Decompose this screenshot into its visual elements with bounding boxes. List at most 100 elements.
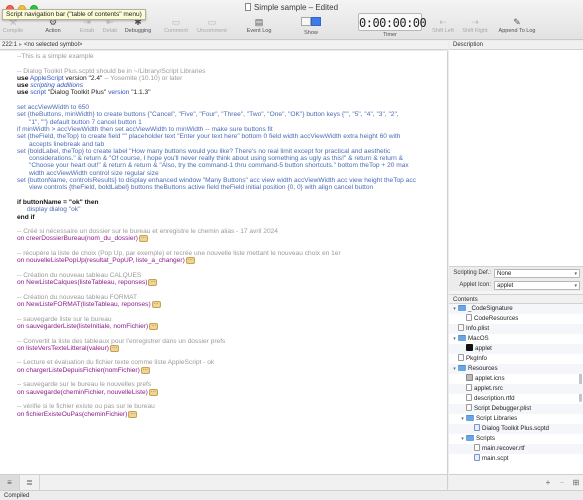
- result-tabs: ≡ ≣: [0, 475, 40, 490]
- event-log-label: Event Log: [246, 28, 272, 34]
- scripting-def-row: Scripting Def.: None ▾: [449, 267, 583, 279]
- debugging-label: Debugging: [124, 28, 152, 34]
- code-token: version "2.4": [65, 74, 103, 82]
- disclosure-triangle-icon[interactable]: ▾: [451, 304, 458, 314]
- scripting-def-label: Scripting Def.:: [453, 270, 491, 276]
- compile-status: Compiled: [4, 493, 30, 499]
- handler-line[interactable]: on chargerListeDepuisFichier(nomFichier)…: [17, 366, 430, 374]
- shift-left-button[interactable]: ⇠ Shift Left: [430, 16, 456, 38]
- tree-item[interactable]: ▾ MacOS: [449, 334, 583, 344]
- tree-item-label: Info.plist: [466, 325, 490, 332]
- action-label: Action: [45, 28, 61, 34]
- show-left-pane-segment[interactable]: [301, 17, 311, 26]
- comment-icon: ▭: [171, 17, 181, 27]
- folder-icon: [466, 415, 474, 421]
- contents-options-button[interactable]: ⊞: [569, 478, 583, 488]
- code-line: if minWidth > accViewWidth then set accV…: [17, 125, 273, 133]
- disclosure-triangle-icon[interactable]: ▾: [451, 334, 458, 344]
- event-log-tab[interactable]: ≣: [20, 475, 40, 490]
- code-comment: -- Création du nouveau tableau CALQUES: [17, 271, 142, 279]
- tree-item[interactable]: applet.icns: [449, 374, 583, 384]
- tree-item[interactable]: applet: [449, 344, 583, 354]
- collapsed-handler-badge[interactable]: ···: [151, 301, 161, 309]
- tree-item-label: applet.rsrc: [474, 385, 503, 392]
- tree-item-label: applet: [475, 345, 492, 352]
- collapsed-handler-badge[interactable]: ···: [138, 235, 148, 243]
- handler-line[interactable]: on nouvelleListePopUp(resultat_PopUP, li…: [17, 257, 430, 265]
- script-navigation-bar[interactable]: 222:1 ▸ <no selected symbol>: [0, 41, 448, 50]
- collapsed-handler-badge[interactable]: ···: [110, 344, 119, 352]
- handler-line[interactable]: on NewListeCalques(listeTableau, reponse…: [17, 279, 430, 287]
- collapsed-handler-badge[interactable]: ···: [128, 410, 138, 418]
- remove-resource-button[interactable]: −: [555, 478, 569, 488]
- timer-label-text: Timer: [383, 32, 397, 38]
- disclosure-triangle-icon[interactable]: ▾: [459, 414, 466, 424]
- code-comment: -- Création du nouveau tableau FORMAT: [17, 293, 138, 301]
- entab-label: Entab: [79, 28, 95, 34]
- tree-item[interactable]: ▾ Script Libraries: [449, 414, 583, 424]
- collapsed-handler-badge[interactable]: ···: [148, 279, 158, 287]
- bundle-contents-tree[interactable]: ▾ _CodeSignature CodeResources Info.plist ▾ M…: [449, 304, 583, 477]
- code-line: end if: [17, 213, 35, 221]
- shift-right-button[interactable]: ⇢ Shift Right: [460, 16, 490, 38]
- handler-line[interactable]: on listeVersTexteLitteral(valeur) ···: [17, 344, 430, 352]
- code-line: considerations." & return & "Of course, …: [29, 155, 404, 163]
- add-resource-button[interactable]: +: [541, 478, 555, 488]
- chevron-down-icon: ▾: [574, 282, 577, 289]
- handler-line[interactable]: on fichierExisteOuPas(cheminFichier) ···: [17, 410, 430, 418]
- tree-item[interactable]: PkgInfo: [449, 354, 583, 364]
- collapsed-handler-badge[interactable]: ···: [185, 257, 195, 265]
- tree-item[interactable]: Dialog Toolkit Plus.scptd: [449, 424, 583, 434]
- code-comment: -- Créé si nécessaire un dossier sur le …: [17, 228, 278, 236]
- disclosure-triangle-icon[interactable]: ▾: [459, 434, 466, 444]
- collapsed-handler-badge[interactable]: ···: [140, 366, 150, 374]
- symbol-menu[interactable]: <no selected symbol>: [24, 42, 82, 48]
- show-segmented-control[interactable]: Show: [295, 16, 327, 38]
- collapsed-handler-badge[interactable]: ···: [148, 388, 158, 396]
- folder-icon: [466, 435, 474, 441]
- scripting-def-popup[interactable]: None ▾: [494, 268, 580, 278]
- document-icon: [244, 3, 251, 11]
- comment-button[interactable]: ▭ Comment: [162, 16, 190, 38]
- code-token: AppleScript: [29, 74, 64, 82]
- tree-item-label: description.rtfd: [474, 395, 515, 402]
- handler-line[interactable]: on creerDossierBureau(nom_du_dossier) ···: [17, 235, 430, 243]
- code-token: use: [17, 89, 29, 97]
- code-comment: -- sauvegarde liste sur le bureau: [17, 315, 112, 323]
- handler-line[interactable]: on sauvegarderListe(listeInitiale, nomFi…: [17, 322, 430, 330]
- show-segment-icon: [301, 17, 321, 26]
- tree-item[interactable]: Info.plist: [449, 324, 583, 334]
- tree-item[interactable]: ▾ _CodeSignature: [449, 304, 583, 314]
- handler-signature: on fichierExisteOuPas(cheminFichier): [17, 410, 128, 418]
- code-line: "Choose your heart out!" & return & retu…: [29, 162, 409, 170]
- append-to-log-button[interactable]: ✎ Append To Log: [497, 16, 537, 38]
- tree-item-label: _CodeSignature: [468, 305, 513, 312]
- description-text-area[interactable]: [449, 50, 583, 267]
- applet-icon-popup[interactable]: applet ▾: [494, 280, 580, 290]
- tree-item[interactable]: ▾ Resources: [449, 364, 583, 374]
- disclosure-triangle-icon[interactable]: ▾: [451, 364, 458, 374]
- collapsed-handler-badge[interactable]: ···: [149, 322, 159, 330]
- event-log-button[interactable]: ▤ Event Log: [245, 16, 273, 38]
- tree-item[interactable]: ▾ Scripts: [449, 434, 583, 444]
- shift-left-label: Shift Left: [432, 28, 454, 34]
- code-line: if buttonName = "ok" then: [17, 198, 99, 206]
- result-tab[interactable]: ≡: [0, 475, 20, 490]
- tree-item-label: Script Libraries: [476, 415, 518, 422]
- tree-item[interactable]: main.recover.rtf: [449, 444, 583, 454]
- uncomment-label: Uncomment: [197, 28, 227, 34]
- code-token: -- Yosemite (10.10) or later: [104, 74, 183, 82]
- file-icon: [458, 354, 464, 361]
- show-right-pane-segment[interactable]: [311, 17, 321, 26]
- tree-item[interactable]: description.rtfd: [449, 394, 583, 404]
- handler-line[interactable]: on NewListeFORMAT(listeTableau, reponses…: [17, 301, 430, 309]
- tree-item[interactable]: CodeResources: [449, 314, 583, 324]
- tree-item[interactable]: Script Debugger.plist: [449, 404, 583, 414]
- handler-line[interactable]: on sauvegarde(cheminFichier, nouvelleLis…: [17, 388, 430, 396]
- tree-item[interactable]: main.scpt: [449, 454, 583, 464]
- code-line: use script "Dialog Toolkit Plus" version…: [17, 89, 430, 96]
- uncomment-button[interactable]: ▭ Uncomment: [195, 16, 229, 38]
- script-editor[interactable]: --This is a simple example -- Dialog Too…: [0, 51, 448, 474]
- timer-display[interactable]: 0:00:00:00: [358, 13, 427, 31]
- tree-item[interactable]: applet.rsrc: [449, 384, 583, 394]
